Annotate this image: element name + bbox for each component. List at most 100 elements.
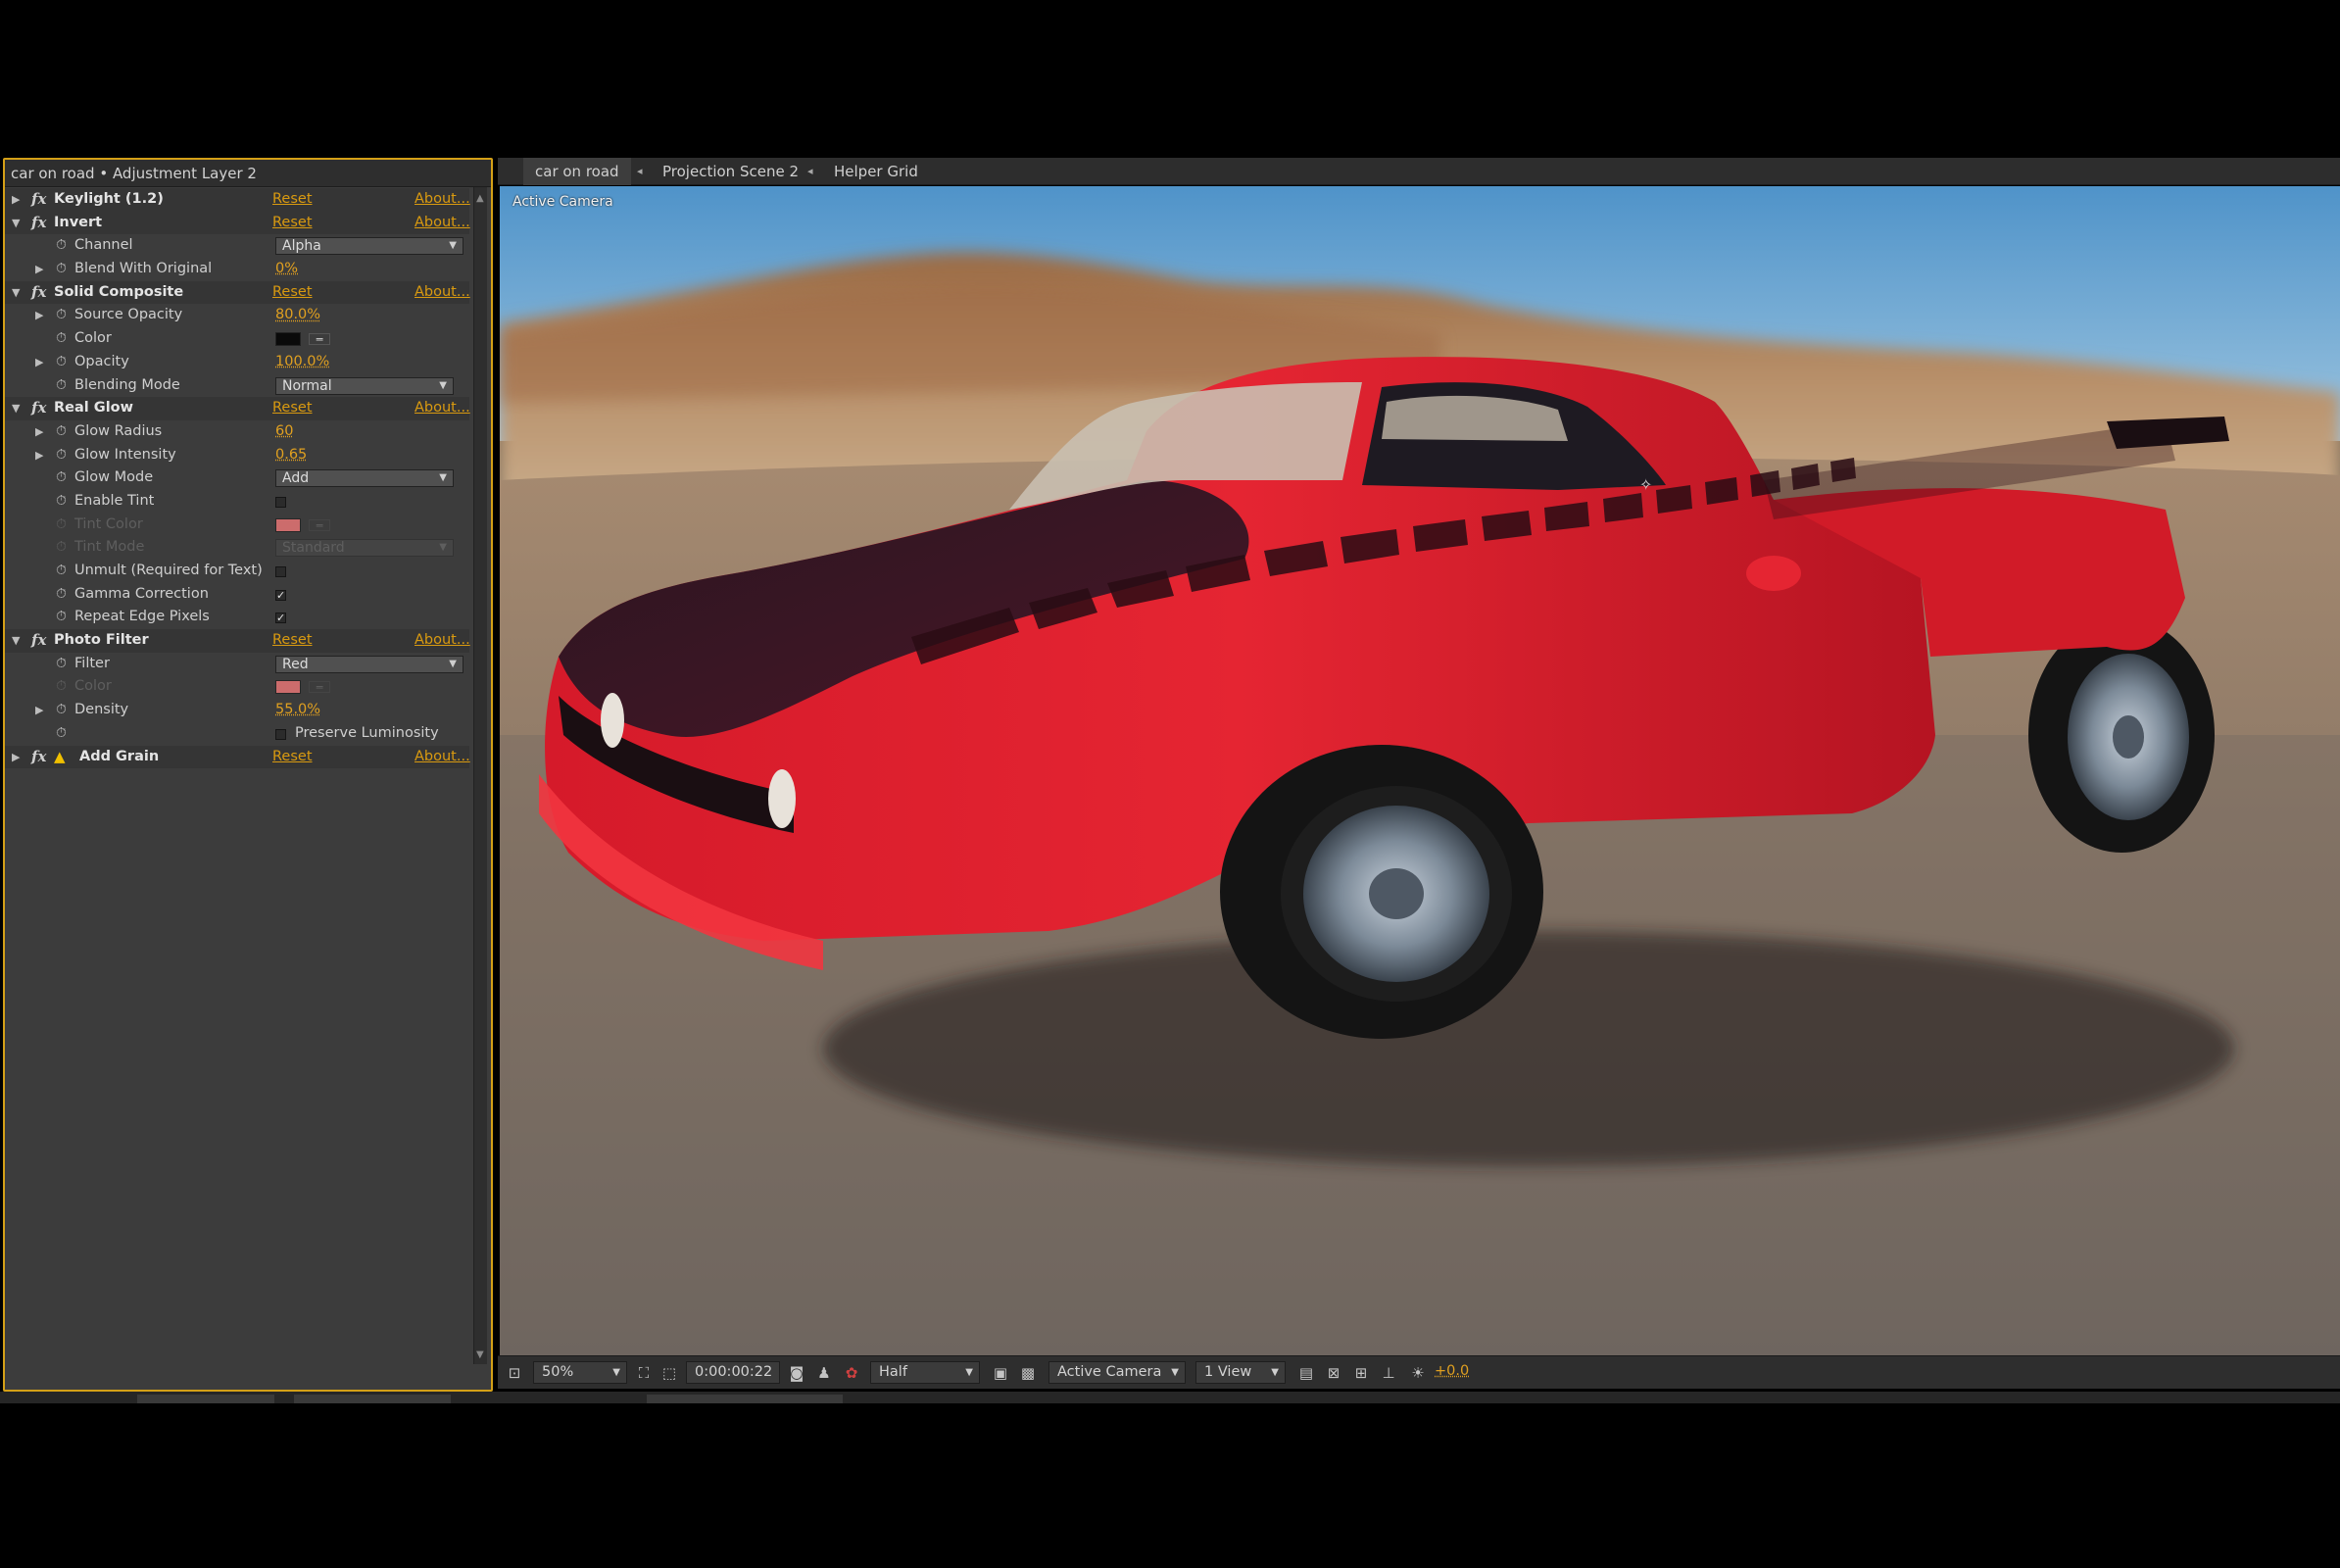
chevron-down-icon[interactable]: ▼ [12, 281, 20, 305]
property-row[interactable]: ⏱ Color ═ [5, 675, 469, 700]
toggle-pixel-aspect-icon[interactable]: ▤ [1295, 1362, 1317, 1384]
eyedropper-icon[interactable]: ═ [309, 333, 330, 346]
property-value[interactable]: 0.65 [275, 444, 307, 467]
scroll-up-icon[interactable]: ▲ [476, 193, 484, 204]
zoom-dropdown[interactable]: 50% ▼ [533, 1361, 627, 1384]
stopwatch-icon[interactable]: ⏱ [56, 536, 67, 560]
property-row[interactable]: ⏱ Tint Mode Standard ▼ [5, 536, 469, 560]
chevron-right-icon[interactable]: ▶ [35, 304, 43, 327]
chevron-right-icon[interactable]: ▶ [35, 420, 43, 444]
color-swatch[interactable] [275, 517, 301, 532]
resolution-dropdown[interactable]: Half ▼ [870, 1361, 980, 1384]
timecode-field[interactable]: 0:00:00:22 [686, 1361, 780, 1384]
property-row[interactable]: ⏱ Gamma Correction ✓ [5, 582, 469, 607]
stopwatch-icon[interactable]: ⏱ [56, 466, 67, 490]
chevron-down-icon[interactable]: ▼ [12, 212, 20, 235]
stopwatch-icon[interactable]: ⏱ [56, 444, 67, 467]
fx-icon[interactable]: fx [31, 212, 46, 235]
eyedropper-icon[interactable]: ═ [309, 518, 330, 531]
property-row[interactable]: ⏱ Filter Red ▼ [5, 652, 469, 676]
stopwatch-icon[interactable]: ⏱ [56, 374, 67, 398]
checkbox[interactable] [275, 566, 286, 577]
property-value[interactable]: 80.0% [275, 304, 320, 327]
property-dropdown[interactable]: Add ▼ [275, 469, 454, 488]
chevron-right-icon[interactable]: ▶ [12, 188, 20, 212]
stopwatch-icon[interactable]: ⏱ [56, 258, 67, 281]
effect-row[interactable]: ▼ fx Photo Filter Reset About... [5, 629, 470, 653]
property-row[interactable]: ▶ ⏱ Opacity 100.0% [5, 350, 469, 374]
channel-icon[interactable]: ✿ [841, 1362, 862, 1384]
effect-row[interactable]: ▶ fx ▲ Add Grain Reset About... [5, 745, 470, 769]
panel-scrollbar[interactable]: ▲ ▼ [473, 187, 487, 1364]
chevron-right-icon[interactable]: ▶ [35, 699, 43, 722]
checkbox[interactable]: ✓ [275, 612, 286, 624]
render-icon[interactable]: ⊠ [1323, 1362, 1344, 1384]
property-row[interactable]: ⏱ Channel Alpha ▼ [5, 234, 469, 259]
flowchart-icon[interactable]: ⊥ [1378, 1362, 1399, 1384]
region-of-interest-icon[interactable]: ⬚ [658, 1362, 680, 1384]
stopwatch-icon[interactable]: ⏱ [56, 327, 67, 351]
panel-tab-stub[interactable] [294, 1395, 451, 1403]
effect-row[interactable]: ▼ fx Solid Composite Reset About... [5, 280, 470, 305]
chevron-down-icon[interactable]: ▼ [12, 397, 20, 420]
property-row[interactable]: ▶ ⏱ Glow Radius 60 [5, 419, 469, 444]
stopwatch-icon[interactable]: ⏱ [56, 606, 67, 629]
stopwatch-icon[interactable]: ⏱ [56, 653, 67, 676]
about-link[interactable]: About... [414, 629, 470, 653]
property-dropdown[interactable]: Alpha ▼ [275, 237, 463, 256]
property-row[interactable]: ⏱ Unmult (Required for Text) [5, 560, 469, 583]
tab-car-on-road[interactable]: car on road [523, 158, 631, 185]
stopwatch-icon[interactable]: ⏱ [56, 675, 67, 699]
property-row[interactable]: ⏱ Glow Mode Add ▼ [5, 466, 469, 490]
reset-link[interactable]: Reset [272, 746, 313, 769]
stopwatch-icon[interactable]: ⏱ [56, 560, 67, 583]
chevron-right-icon[interactable]: ▶ [12, 746, 20, 769]
property-value[interactable]: 55.0% [275, 699, 320, 722]
transparency-grid-icon[interactable]: ▩ [1017, 1362, 1039, 1384]
fx-icon[interactable]: fx [31, 188, 46, 212]
stopwatch-icon[interactable]: ⏱ [56, 351, 67, 374]
reset-link[interactable]: Reset [272, 188, 313, 212]
property-row[interactable]: ⏱ Preserve Luminosity [5, 721, 469, 746]
snapshot-icon[interactable]: ◙ [786, 1362, 807, 1384]
property-value[interactable]: 60 [275, 420, 293, 444]
stopwatch-icon[interactable]: ⏱ [56, 583, 67, 607]
property-value[interactable]: 100.0% [275, 351, 329, 374]
stopwatch-icon[interactable]: ⏱ [56, 490, 67, 514]
eyedropper-icon[interactable]: ═ [309, 681, 330, 694]
about-link[interactable]: About... [414, 746, 470, 769]
property-row[interactable]: ⏱ Color ═ [5, 327, 469, 351]
fast-preview-icon[interactable]: ▣ [990, 1362, 1011, 1384]
chevron-right-icon[interactable]: ▶ [35, 444, 43, 467]
effect-row[interactable]: ▶ fx Keylight (1.2) Reset About... [5, 188, 470, 212]
about-link[interactable]: About... [414, 188, 470, 212]
property-row[interactable]: ▶ ⏱ Source Opacity 80.0% [5, 304, 469, 328]
about-link[interactable]: About... [414, 281, 470, 305]
chevron-down-icon[interactable]: ▼ [12, 629, 20, 653]
effect-row[interactable]: ▼ fx Invert Reset About... [5, 211, 470, 235]
property-dropdown[interactable]: Normal ▼ [275, 376, 454, 395]
about-link[interactable]: About... [414, 212, 470, 235]
property-dropdown[interactable]: Standard ▼ [275, 539, 454, 558]
property-row[interactable]: ⏱ Blending Mode Normal ▼ [5, 373, 469, 398]
exposure-icon[interactable]: ☀ [1407, 1362, 1429, 1384]
property-value[interactable]: 0% [275, 258, 298, 281]
composition-viewer[interactable]: ✧ Active Camera [500, 186, 2340, 1355]
view-layout-dropdown[interactable]: 1 View ▼ [1195, 1361, 1286, 1384]
checkbox[interactable] [275, 496, 286, 508]
checkbox[interactable] [275, 728, 286, 740]
fit-frame-icon[interactable]: ⛶ [633, 1362, 655, 1384]
reset-link[interactable]: Reset [272, 397, 313, 420]
reset-link[interactable]: Reset [272, 212, 313, 235]
stopwatch-icon[interactable]: ⏱ [56, 234, 67, 258]
stopwatch-icon[interactable]: ⏱ [56, 304, 67, 327]
property-row[interactable]: ▶ ⏱ Glow Intensity 0.65 [5, 443, 469, 467]
show-snapshot-icon[interactable]: ♟ [813, 1362, 835, 1384]
stopwatch-icon[interactable]: ⏱ [56, 420, 67, 444]
reset-link[interactable]: Reset [272, 281, 313, 305]
chevron-right-icon[interactable]: ▶ [35, 351, 43, 374]
color-swatch[interactable] [275, 680, 301, 695]
property-row[interactable]: ⏱ Repeat Edge Pixels ✓ [5, 606, 469, 630]
color-swatch[interactable] [275, 332, 301, 347]
fx-icon[interactable]: fx [31, 281, 46, 305]
